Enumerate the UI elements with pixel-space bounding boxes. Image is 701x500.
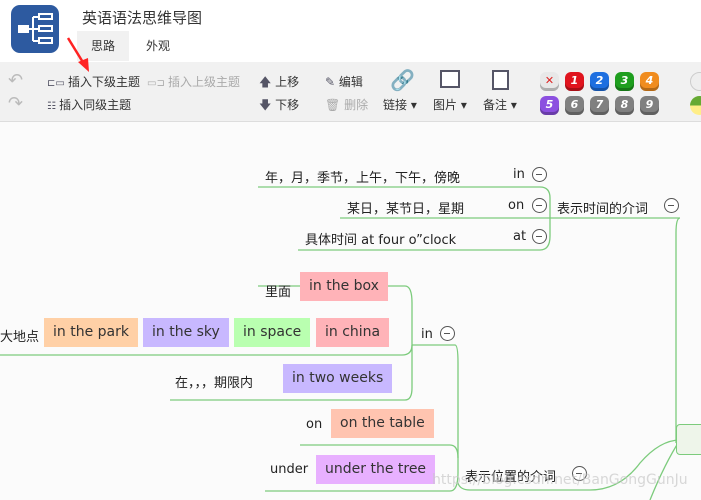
root-node[interactable] [676, 424, 701, 455]
place-under-prep[interactable]: under [270, 462, 308, 477]
example-node[interactable]: in the box [300, 272, 388, 301]
example-node[interactable]: under the tree [316, 455, 436, 484]
example-node[interactable]: in the park [44, 318, 138, 347]
place-in-prep[interactable]: in [421, 327, 433, 342]
watermark: https://blog.csdn.net/BanGongGunJu [432, 472, 688, 488]
time-at-prep[interactable]: at [513, 229, 526, 244]
big-place-label[interactable]: 大地点 [0, 326, 39, 345]
inside-label[interactable]: 里面 [265, 281, 291, 300]
collapse-icon[interactable] [664, 198, 679, 213]
example-node[interactable]: in the sky [143, 318, 229, 347]
time-in-prep[interactable]: in [513, 167, 525, 182]
time-on-text[interactable]: 某日，某节日，星期 [347, 198, 464, 217]
example-node[interactable]: on the table [331, 409, 434, 438]
example-node[interactable]: in china [316, 318, 390, 347]
collapse-icon[interactable] [440, 326, 455, 341]
time-in-text[interactable]: 年，月，季节，上午，下午，傍晚 [265, 167, 460, 186]
collapse-icon[interactable] [532, 198, 547, 213]
example-node[interactable]: in space [234, 318, 311, 347]
collapse-icon[interactable] [532, 167, 547, 182]
collapse-icon[interactable] [532, 229, 547, 244]
period-label[interactable]: 在，，，期限内 [175, 372, 253, 391]
time-on-prep[interactable]: on [508, 198, 524, 213]
place-on-prep[interactable]: on [306, 417, 322, 432]
time-at-text[interactable]: 具体时间 at four o”clock [305, 229, 456, 248]
time-prepositions-node[interactable]: 表示时间的介词 [557, 198, 648, 217]
example-node[interactable]: in two weeks [283, 364, 393, 393]
